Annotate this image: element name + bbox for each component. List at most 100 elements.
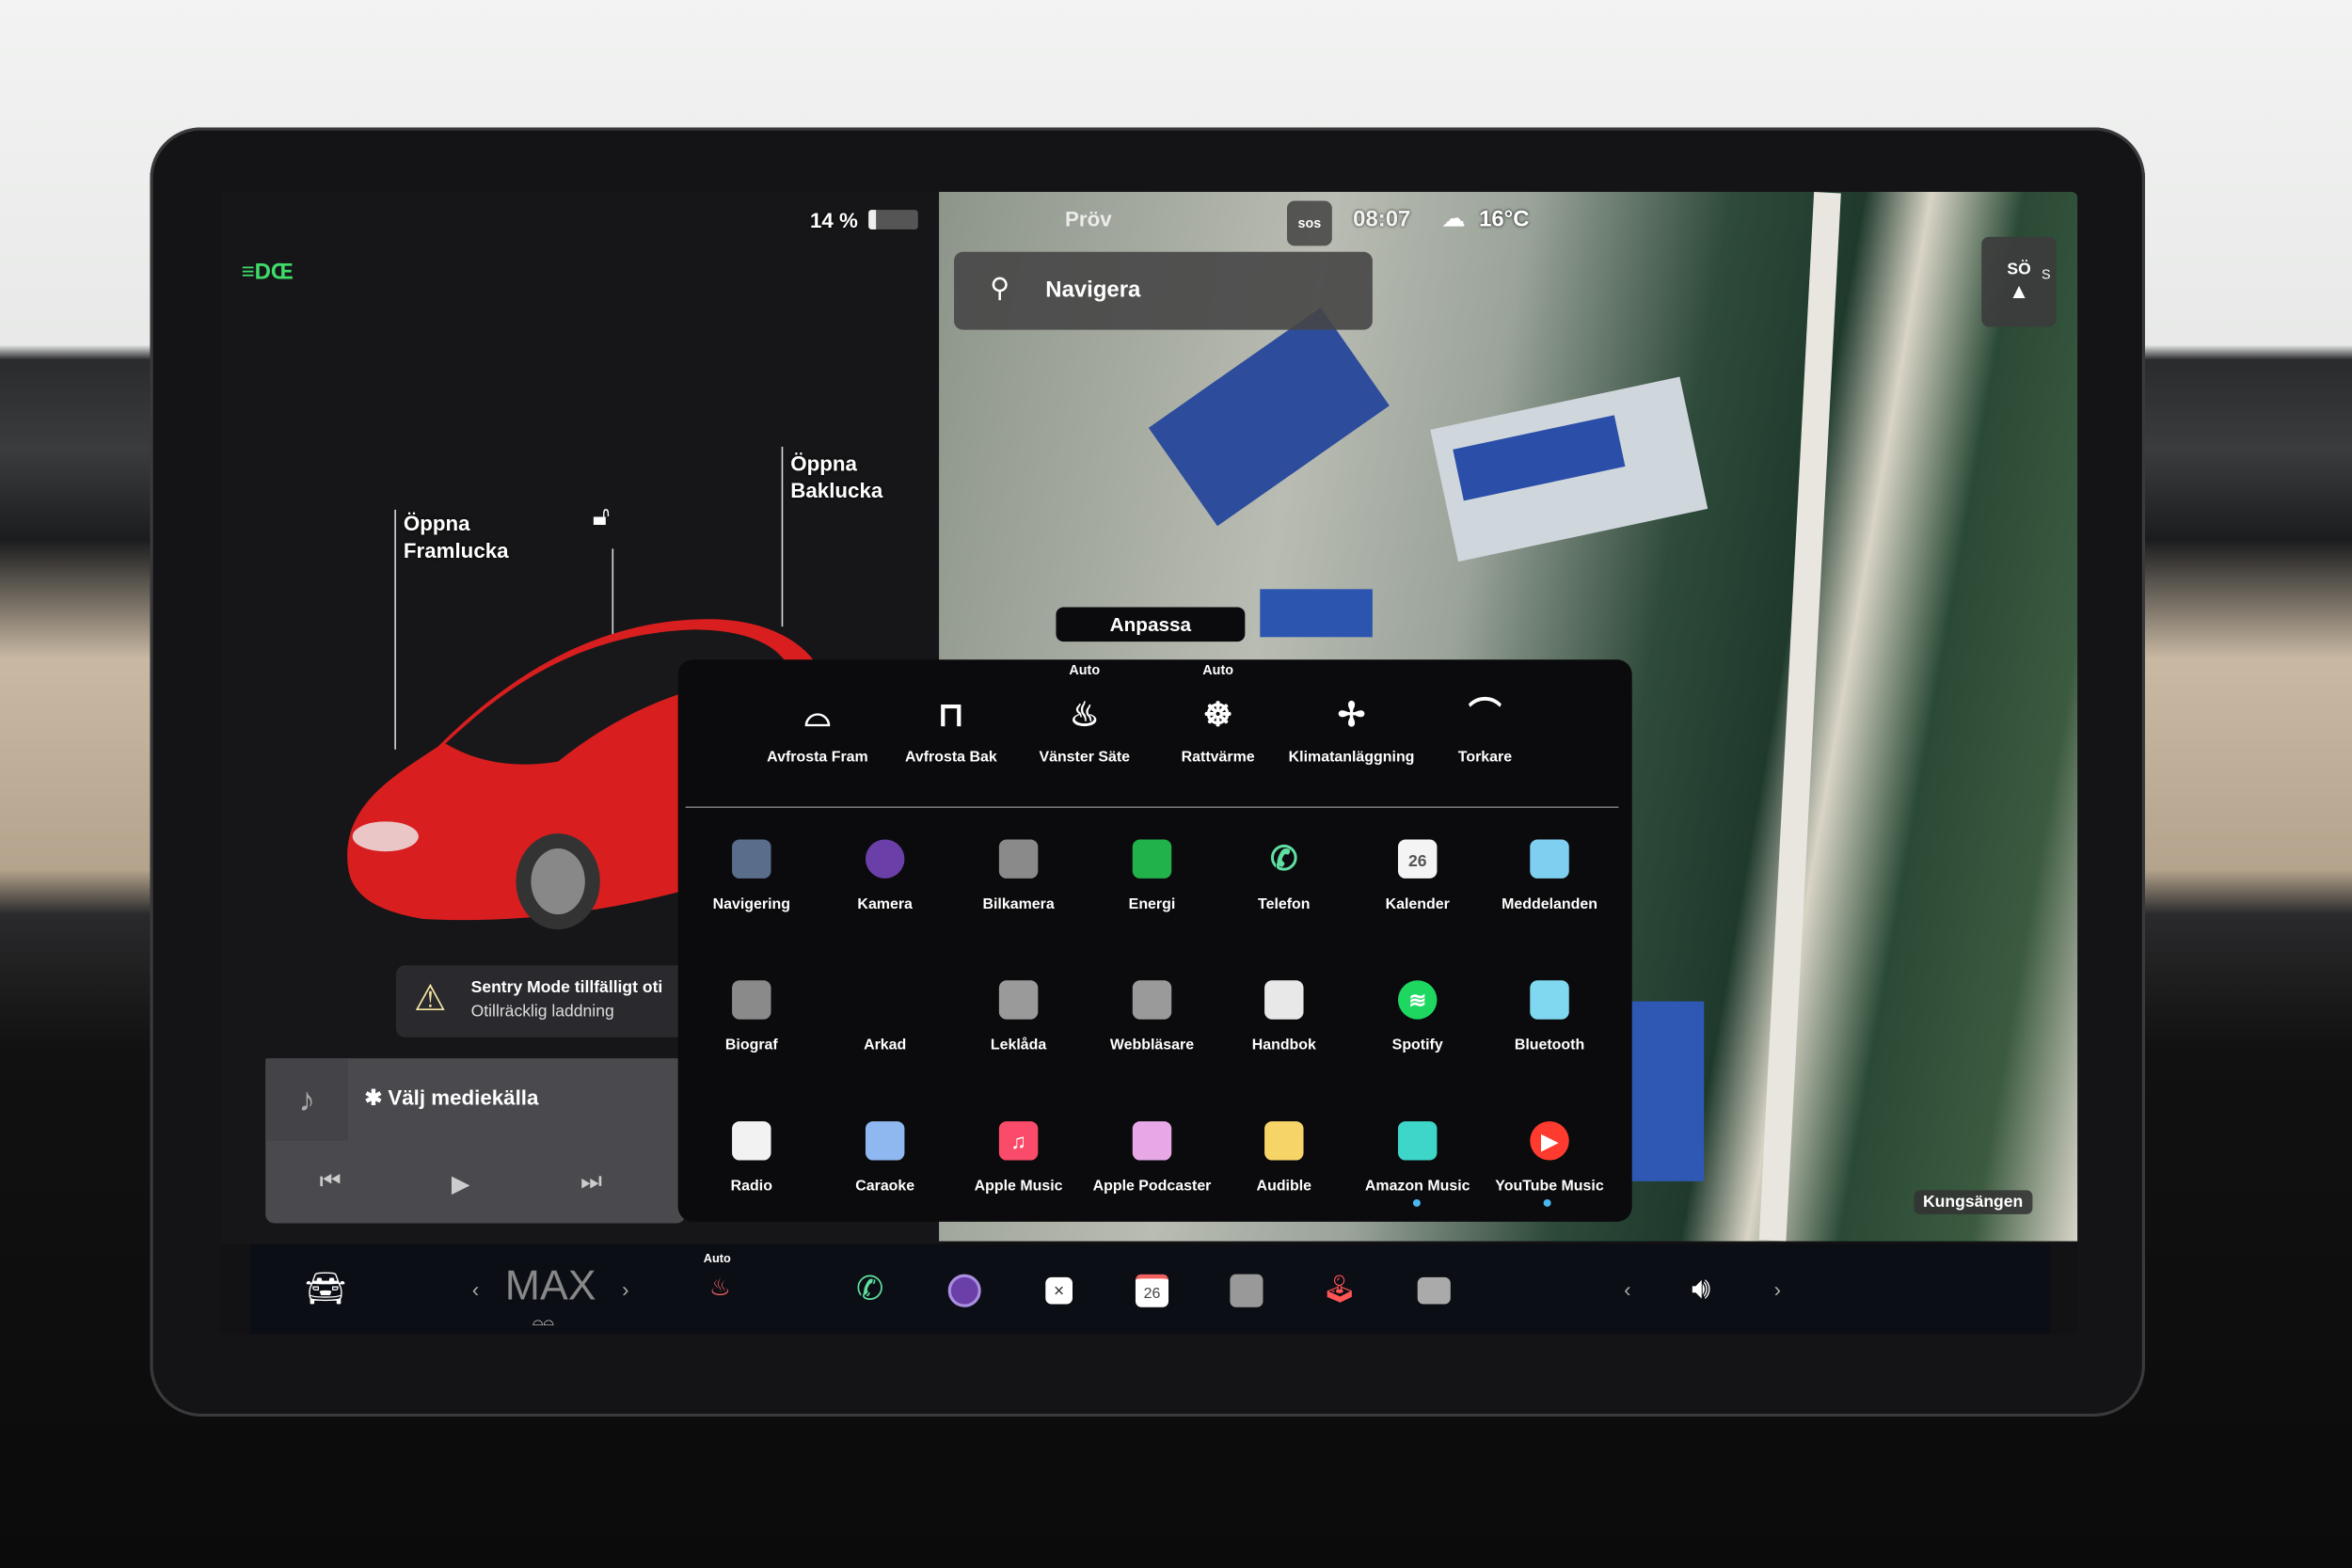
heading-arrow-icon: ▲: [2009, 278, 2030, 303]
app-caraoke[interactable]: Caraoke: [816, 1121, 954, 1195]
battery-percent: 14 %: [809, 208, 858, 233]
bluetooth-icon: [1530, 980, 1569, 1020]
search-icon: ⚲: [990, 273, 1010, 303]
front-defrost-icon: ⌓: [804, 695, 831, 734]
app-bluetooth[interactable]: Bluetooth: [1481, 980, 1619, 1053]
sos-button[interactable]: sos: [1286, 200, 1332, 246]
phone-icon[interactable]: ✆: [850, 1244, 889, 1335]
page-dot[interactable]: [1543, 1198, 1551, 1207]
manual-icon: [1264, 980, 1304, 1020]
app-arcade[interactable]: Arkad: [816, 980, 954, 1053]
app-browser[interactable]: Webbläsare: [1083, 980, 1221, 1053]
page-dot[interactable]: [1412, 1198, 1421, 1207]
app-messages[interactable]: Meddelanden: [1481, 839, 1619, 913]
touchscreen: ≡DŒ 14 % Öppna Framlucka 🔓︎ Öppna Baklucka…: [220, 191, 2078, 1335]
energy-icon: [1132, 839, 1172, 879]
sentry-notification[interactable]: ⚠ Sentry Mode tillfälligt oti Otillräckl…: [395, 965, 696, 1037]
youtube-music-icon: ▶: [1530, 1121, 1569, 1161]
app-camera[interactable]: Kamera: [816, 839, 954, 913]
status-profile: Pröv: [1065, 206, 1112, 231]
fan-increase-button[interactable]: ›: [613, 1244, 638, 1335]
quick-control-fan[interactable]: ✢ Klimatanläggning: [1277, 695, 1426, 766]
browser-icon[interactable]: [1415, 1244, 1454, 1335]
music-note-icon: ♪: [265, 1058, 348, 1141]
app-toybox[interactable]: Leklåda: [949, 980, 1088, 1053]
quick-control-front-defrost[interactable]: ⌓ Avfrosta Fram: [742, 695, 892, 766]
app-navigation[interactable]: Navigering: [682, 839, 820, 913]
temperature: 16°C: [1479, 206, 1530, 233]
radio-icon: [732, 1121, 771, 1161]
calendar-icon[interactable]: 26: [1133, 1244, 1171, 1335]
camera-icon: [865, 839, 905, 879]
toybox-icon: [998, 980, 1039, 1020]
app-calendar[interactable]: 26 Kalender: [1348, 839, 1486, 913]
app-theater[interactable]: Biograf: [682, 980, 820, 1053]
volume-down-button[interactable]: ‹: [1615, 1244, 1640, 1335]
clock: 08:07: [1353, 206, 1411, 233]
app-audible[interactable]: Audible: [1215, 1121, 1353, 1195]
amazon-music-icon: [1397, 1121, 1438, 1161]
quick-control-seat-heater[interactable]: Auto ♨ Vänster Säte: [1009, 662, 1159, 766]
app-energy[interactable]: Energi: [1083, 839, 1221, 913]
app-apple-music[interactable]: ♫ Apple Music: [949, 1121, 1088, 1195]
open-rear-trunk[interactable]: Öppna Baklucka: [790, 450, 882, 503]
spotify-icon: ≋: [1397, 980, 1438, 1020]
toybox-icon[interactable]: [1227, 1244, 1265, 1335]
apple-music-icon: ♫: [998, 1121, 1039, 1161]
bottom-bar: 🚘︎ ‹ MAX ⌓⌓ › Auto ♨ ✆ × 26 🕹︎ ‹ 🔊︎ ›: [250, 1243, 2051, 1335]
app-amazon-music[interactable]: Amazon Music: [1348, 1121, 1486, 1195]
app-youtube-music[interactable]: ▶ YouTube Music: [1481, 1121, 1619, 1195]
caraoke-icon: [865, 1121, 905, 1161]
fan-icon: ✢: [1337, 695, 1366, 734]
messages-icon: [1530, 839, 1569, 879]
app-spotify[interactable]: ≋ Spotify: [1348, 980, 1486, 1053]
podcasts-icon: [1132, 1121, 1172, 1161]
unlock-icon[interactable]: 🔓︎: [593, 500, 611, 531]
seat-heater-icon[interactable]: ♨: [701, 1244, 739, 1335]
quick-control-rear-defrost[interactable]: ⊓ Avfrosta Bak: [876, 695, 1025, 766]
customize-button[interactable]: Anpassa: [1056, 607, 1246, 642]
theater-icon: [732, 980, 771, 1020]
app-launcher: ⌓ Avfrosta Fram ⊓ Avfrosta Bak Auto ♨ Vänster …: [677, 659, 1632, 1222]
camera-icon[interactable]: [945, 1244, 983, 1335]
location-label: Kungsängen: [1914, 1190, 2032, 1214]
volume-icon[interactable]: 🔊︎: [1676, 1244, 1726, 1335]
warning-icon: ⚠: [414, 978, 447, 1020]
navigation-icon: [732, 839, 771, 879]
close-app-icon[interactable]: ×: [1040, 1244, 1078, 1335]
phone-icon: ✆: [1264, 839, 1304, 879]
previous-track-button[interactable]: ⏮︎: [320, 1169, 342, 1196]
car-icon[interactable]: 🚘︎: [295, 1244, 356, 1335]
app-radio[interactable]: Radio: [682, 1121, 820, 1195]
bluetooth-icon: ✱: [364, 1085, 389, 1110]
cloud-icon: ☁: [1441, 206, 1466, 233]
next-track-button[interactable]: ⏭︎: [580, 1169, 602, 1196]
calendar-icon: 26: [1397, 839, 1438, 879]
divider: [685, 806, 1619, 809]
defrost-indicator-icon: ⌓⌓: [532, 1313, 554, 1329]
steering-wheel-heat-icon: ☸: [1202, 695, 1233, 734]
fan-decrease-button[interactable]: ‹: [464, 1244, 488, 1335]
app-manual[interactable]: Handbok: [1215, 980, 1353, 1053]
app-podcasts[interactable]: Apple Podcaster: [1083, 1121, 1221, 1195]
media-source-button[interactable]: ✱ Välj mediekälla: [364, 1085, 538, 1111]
wiper-icon: ⌒: [1468, 695, 1502, 734]
headlight-icon[interactable]: ≡DŒ: [242, 260, 294, 285]
browser-icon: [1132, 980, 1172, 1020]
quick-control-steering-wheel-heat[interactable]: Auto ☸ Rattvärme: [1143, 662, 1293, 766]
dashcam-icon: [998, 839, 1039, 879]
compass-button[interactable]: SÖ ▲ S: [1981, 236, 2057, 327]
open-front-trunk[interactable]: Öppna Framlucka: [404, 510, 509, 563]
app-dashcam[interactable]: Bilkamera: [949, 839, 1088, 913]
arcade-icon[interactable]: 🕹︎: [1320, 1244, 1359, 1335]
rear-defrost-icon: ⊓: [938, 695, 964, 734]
volume-up-button[interactable]: ›: [1766, 1244, 1790, 1335]
quick-control-wiper[interactable]: ⌒ Torkare: [1410, 695, 1560, 766]
media-player: ♪ ✱ Välj mediekälla ⏮︎ ▶ ⏭︎: [265, 1058, 686, 1224]
arcade-icon: [865, 980, 905, 1020]
audible-icon: [1264, 1121, 1304, 1161]
battery-icon: [868, 210, 918, 230]
app-phone[interactable]: ✆ Telefon: [1215, 839, 1353, 913]
play-button[interactable]: ▶: [452, 1169, 470, 1199]
navigation-search[interactable]: ⚲ Navigera: [954, 251, 1373, 330]
